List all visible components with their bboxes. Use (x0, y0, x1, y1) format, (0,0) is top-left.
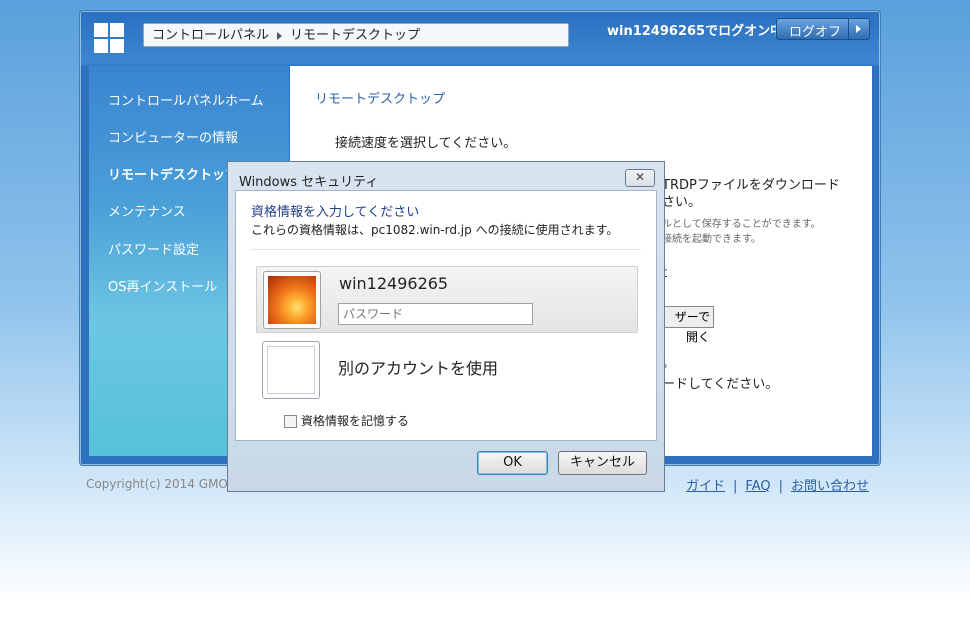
download-instruction: ードしてください。 (662, 377, 779, 392)
breadcrumb-item-control-panel[interactable]: コントロールパネル (152, 28, 269, 43)
page-title: リモートデスクトップ (315, 92, 446, 107)
contact-link[interactable]: お問い合わせ (791, 479, 869, 494)
chevron-right-icon[interactable] (848, 19, 869, 39)
rdp-note-1: ルとして保存することができます。 (662, 219, 821, 230)
guide-link[interactable]: ガイド (686, 479, 725, 494)
password-field[interactable] (338, 303, 533, 325)
breadcrumb-separator-icon (277, 31, 283, 40)
sidebar-item-remote-desktop[interactable]: リモートデスクトップ (108, 164, 238, 183)
avatar (263, 271, 321, 329)
cancel-button[interactable]: キャンセル (558, 451, 647, 475)
ok-button[interactable]: OK (477, 451, 548, 475)
faq-link[interactable]: FAQ (745, 479, 770, 494)
link-divider: | (778, 479, 783, 494)
dialog-body: 資格情報を入力してください これらの資格情報は、pc1082.win-rd.jp… (235, 190, 657, 441)
footer-links: ガイド | FAQ | お問い合わせ (686, 475, 869, 494)
dialog-subtext: これらの資格情報は、pc1082.win-rd.jp への接続に使用されます。 (251, 223, 619, 237)
use-another-account-option[interactable]: 別のアカウントを使用 (338, 355, 498, 379)
windows-logo-icon (94, 23, 126, 55)
rdp-download-line2: さい。 (662, 195, 702, 210)
logoff-label: ログオフ (789, 25, 842, 40)
blank-user-picture-icon (267, 346, 315, 394)
divider (251, 249, 641, 250)
sidebar-item-computer-info[interactable]: コンピューターの情報 (108, 127, 238, 146)
close-icon[interactable]: ✕ (625, 169, 655, 187)
logoff-button[interactable]: ログオフ (776, 18, 870, 40)
rdp-note-2: 接続を起動できます。 (662, 234, 761, 245)
dialog-title: Windows セキュリティ (239, 175, 379, 190)
open-in-browser-button[interactable]: ザーで開く (662, 306, 714, 344)
flower-user-picture-icon (268, 276, 316, 324)
sidebar-item-maintenance[interactable]: メンテナンス (108, 201, 186, 220)
remember-credentials[interactable]: 資格情報を記憶する (284, 412, 409, 429)
logon-status: win12496265でログオン中 (607, 24, 784, 39)
remember-label: 資格情報を記憶する (301, 414, 410, 428)
other-account-avatar[interactable] (262, 341, 320, 399)
breadcrumb-item-remote-desktop[interactable]: リモートデスクトップ (290, 28, 420, 43)
copyright-text: Copyright(c) 2014 GMO (86, 477, 228, 491)
credential-tile-current-user[interactable]: win12496265 (256, 266, 638, 333)
windows-security-dialog: Windows セキュリティ ✕ 資格情報を入力してください これらの資格情報は… (227, 161, 665, 492)
link-divider: | (733, 479, 738, 494)
dialog-heading: 資格情報を入力してください (251, 205, 420, 220)
sidebar-item-control-panel-home[interactable]: コントロールパネルホーム (108, 90, 264, 109)
remember-checkbox[interactable] (284, 415, 297, 428)
select-speed-text: 接続速度を選択してください。 (335, 136, 517, 151)
username-label: win12496265 (339, 274, 449, 293)
sidebar-item-password-settings[interactable]: パスワード設定 (108, 239, 199, 258)
breadcrumb[interactable]: コントロールパネル リモートデスクトップ (143, 23, 569, 47)
sidebar-item-os-reinstall[interactable]: OS再インストール (108, 276, 217, 295)
